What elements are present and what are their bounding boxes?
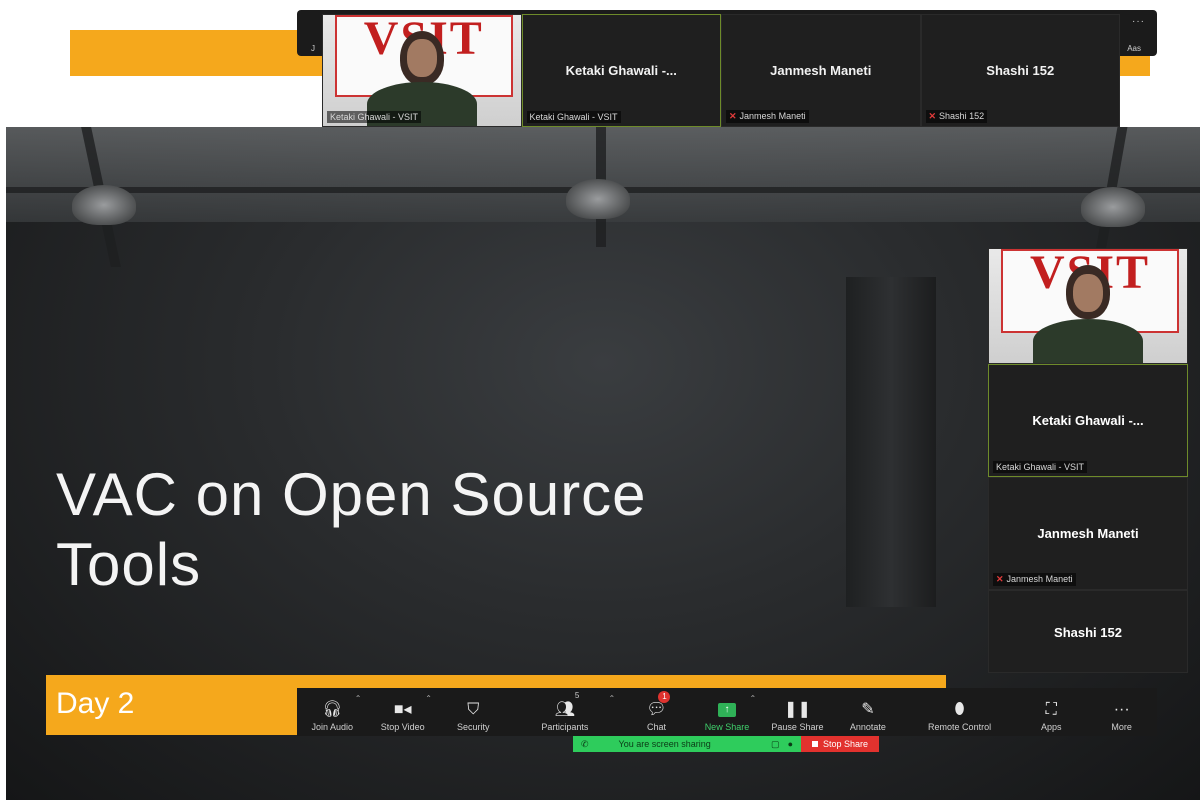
annotate-button[interactable]: ✎ Annotate bbox=[833, 688, 903, 736]
participant-tile-janmesh[interactable]: Janmesh Maneti ✕ Janmesh Maneti bbox=[988, 477, 1188, 590]
participant-name-text: Shashi 152 bbox=[939, 111, 985, 121]
strip-more-icon[interactable]: ··· bbox=[1132, 16, 1145, 27]
participant-display-name: Shashi 152 bbox=[986, 63, 1055, 78]
stop-share-label: Stop Share bbox=[822, 739, 869, 749]
person-face bbox=[406, 39, 437, 78]
participant-tile-janmesh[interactable]: Janmesh Maneti ✕ Janmesh Maneti bbox=[721, 14, 921, 127]
button-label: Stop Video bbox=[380, 722, 425, 732]
participants-count: 5 bbox=[574, 691, 580, 700]
chat-bubble-icon: 💬︎ bbox=[646, 701, 667, 718]
participant-tile-ketaki-video[interactable]: VSIT Ketaki Ghawali - VSIT bbox=[322, 14, 522, 127]
participant-name-tag: ✕ Janmesh Maneti bbox=[726, 110, 809, 123]
mic-muted-icon: ✕ bbox=[928, 111, 937, 121]
headphones-icon: 🎧︎ bbox=[322, 701, 343, 718]
people-icon: 👥︎ bbox=[554, 701, 575, 718]
participant-tile-ketaki-2[interactable]: Ketaki Ghawali -... Ketaki Ghawali - VSI… bbox=[521, 14, 721, 127]
participant-name-tag: Ketaki Ghawali - VSIT bbox=[993, 461, 1088, 473]
button-label: Join Audio bbox=[311, 722, 354, 732]
button-label: Apps bbox=[1040, 722, 1062, 732]
top-gallery-tiles: VSIT Ketaki Ghawali - VSIT Ketaki Ghawal… bbox=[322, 14, 1120, 127]
button-label: Security bbox=[456, 722, 490, 732]
mouse-icon: ⬮ bbox=[954, 701, 965, 718]
video-camera-icon: ■◂ bbox=[393, 701, 412, 718]
strip-edge-text: Aas bbox=[1127, 44, 1141, 53]
caret-up-icon[interactable]: ⌃ bbox=[425, 694, 432, 703]
screen-sharing-indicator: ✆ You are screen sharing ▢ ● bbox=[573, 736, 801, 752]
ceiling-lamp bbox=[566, 179, 630, 219]
pencil-icon: ✎ bbox=[861, 701, 875, 718]
participant-video: VSIT bbox=[323, 15, 521, 126]
participant-display-name: Janmesh Maneti bbox=[770, 63, 872, 78]
chat-button[interactable]: 1 💬︎ Chat bbox=[621, 688, 691, 736]
stop-video-button[interactable]: ⌃ ■◂ Stop Video bbox=[367, 688, 437, 736]
security-button[interactable]: ⛉ Security bbox=[438, 688, 508, 736]
participants-button[interactable]: 5 ⌃ 👥︎ Participants bbox=[508, 688, 621, 736]
caret-up-icon[interactable]: ⌃ bbox=[609, 694, 616, 703]
participant-name-tag: ✕ Janmesh Maneti bbox=[993, 573, 1076, 586]
meeting-toolbar: ⌃ 🎧︎ Join Audio ⌃ ■◂ Stop Video ⛉ Securi… bbox=[297, 688, 1157, 736]
apps-icon: ⛶ bbox=[1045, 701, 1057, 718]
more-button[interactable]: ··· More bbox=[1086, 688, 1156, 736]
participant-display-name: Ketaki Ghawali -... bbox=[1032, 413, 1144, 428]
slide-title: VAC on Open Source Tools bbox=[56, 460, 956, 600]
share-screen-icon: ↑ bbox=[717, 703, 736, 717]
phone-icon: ✆ bbox=[581, 738, 589, 749]
mic-muted-icon: ✕ bbox=[996, 574, 1004, 584]
person-face bbox=[1073, 274, 1103, 313]
pause-icon: ❚❚ bbox=[784, 701, 811, 718]
shield-check-icon[interactable]: ● bbox=[788, 739, 793, 749]
side-gallery: VSIT Ketaki Ghawali - VSIT Ketaki Ghawal… bbox=[988, 248, 1188, 673]
button-label: Remote Control bbox=[928, 722, 992, 732]
remote-control-button[interactable]: ⬮ Remote Control bbox=[903, 688, 1016, 736]
stop-share-button[interactable]: Stop Share bbox=[801, 736, 879, 752]
button-label: Pause Share bbox=[771, 722, 824, 732]
button-label: Participants bbox=[541, 722, 589, 732]
pause-share-button[interactable]: ❚❚ Pause Share bbox=[762, 688, 832, 736]
strip-edge-text: J bbox=[311, 44, 315, 53]
apps-button[interactable]: ⛶ Apps bbox=[1016, 688, 1086, 736]
chat-unread-badge: 1 bbox=[658, 691, 671, 703]
button-label: Chat bbox=[646, 722, 666, 732]
button-label: New Share bbox=[704, 722, 750, 732]
participant-name-tag: Ketaki Ghawali - VSIT bbox=[327, 111, 422, 123]
slide-title-line: Tools bbox=[56, 531, 202, 598]
slide-day-label: Day 2 bbox=[56, 687, 135, 720]
sharing-message: You are screen sharing bbox=[618, 739, 711, 749]
caret-up-icon[interactable]: ⌃ bbox=[750, 694, 757, 703]
participant-display-name: Janmesh Maneti bbox=[1037, 526, 1139, 541]
slide-title-line: VAC on Open Source bbox=[56, 461, 647, 528]
ceiling-lamp bbox=[1081, 187, 1145, 227]
participant-tile-ketaki-video[interactable]: VSIT Ketaki Ghawali - VSIT bbox=[988, 248, 1188, 364]
shield-icon: ⛉ bbox=[467, 701, 480, 718]
caret-up-icon[interactable]: ⌃ bbox=[355, 694, 362, 703]
participant-tile-ketaki-2[interactable]: Ketaki Ghawali -... Ketaki Ghawali - VSI… bbox=[988, 364, 1188, 477]
ceiling-lamp bbox=[72, 185, 136, 225]
new-share-button[interactable]: ⌃ ↑ New Share bbox=[692, 688, 762, 736]
button-label: More bbox=[1111, 722, 1132, 732]
participant-display-name: Ketaki Ghawali -... bbox=[565, 63, 677, 78]
mic-muted-icon: ✕ bbox=[729, 111, 737, 121]
stop-icon bbox=[811, 741, 818, 747]
participant-tile-shashi[interactable]: Shashi 152 bbox=[988, 590, 1188, 673]
person-body bbox=[1033, 319, 1143, 363]
participant-display-name: Shashi 152 bbox=[1054, 625, 1122, 640]
participant-video: VSIT bbox=[989, 249, 1187, 363]
participant-name-text: Janmesh Maneti bbox=[1006, 574, 1073, 584]
participant-name-text: Janmesh Maneti bbox=[739, 111, 806, 121]
participant-name-tag: Ketaki Ghawali - VSIT bbox=[526, 111, 621, 123]
expand-icon[interactable]: ▢ bbox=[771, 739, 780, 750]
button-label: Annotate bbox=[849, 722, 886, 732]
participant-name-tag: ✕ Shashi 152 bbox=[925, 110, 988, 123]
join-audio-button[interactable]: ⌃ 🎧︎ Join Audio bbox=[297, 688, 367, 736]
participant-tile-shashi[interactable]: Shashi 152 ✕ Shashi 152 bbox=[920, 14, 1120, 127]
more-dots-icon: ··· bbox=[1113, 701, 1130, 718]
